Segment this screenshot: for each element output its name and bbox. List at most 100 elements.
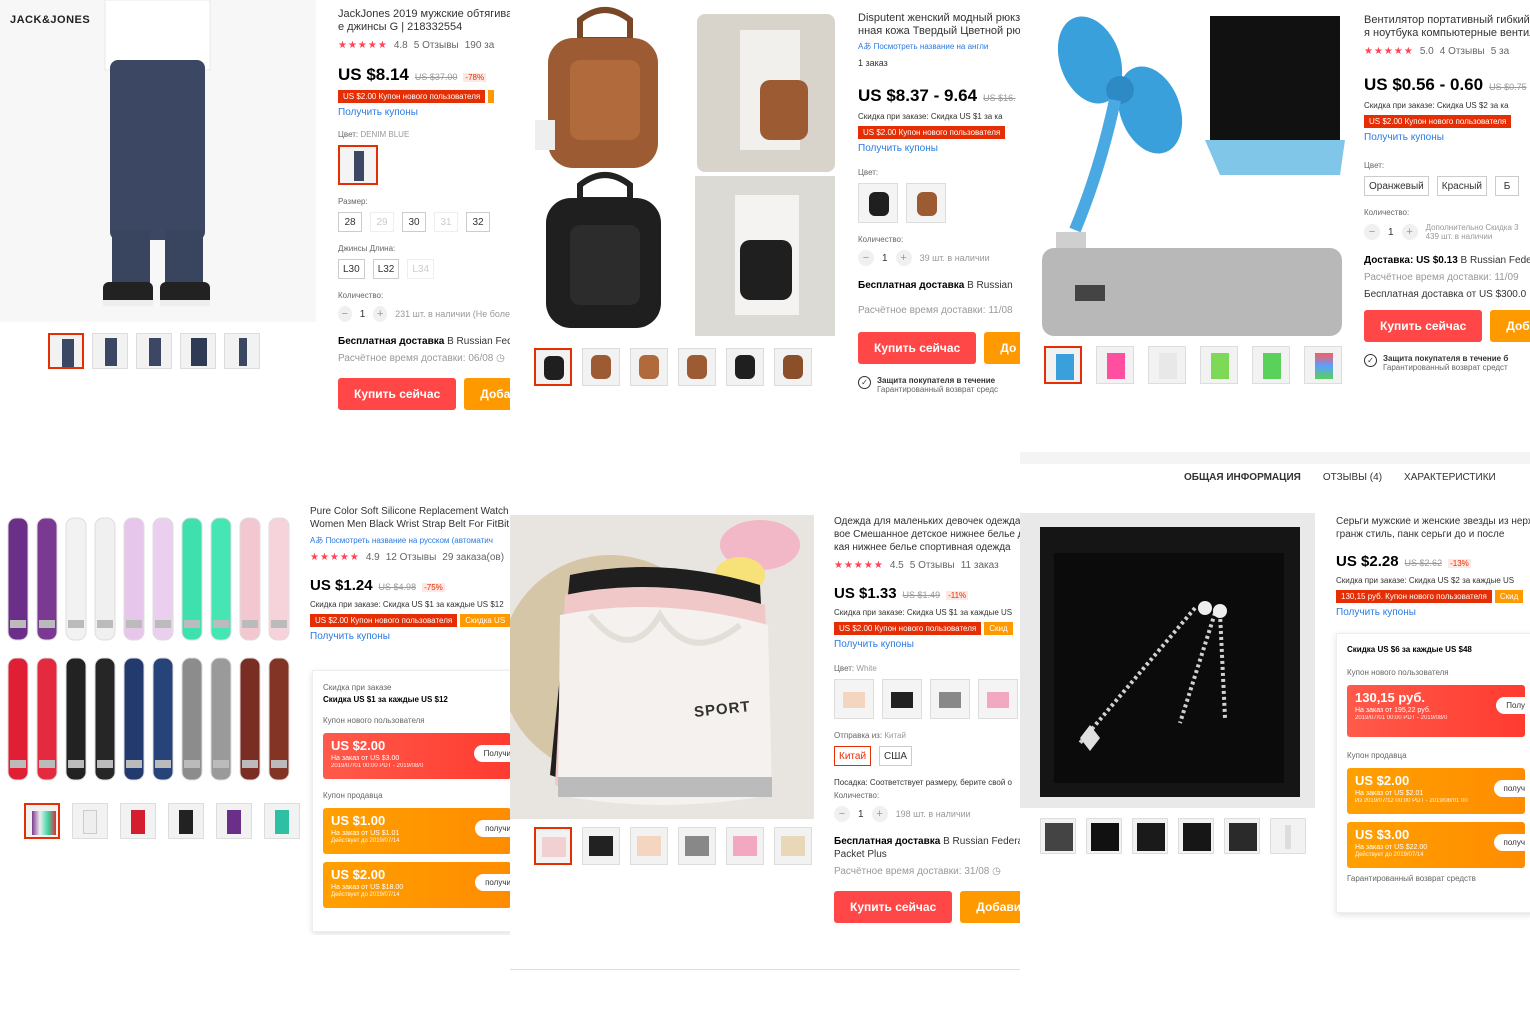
shipping-dest[interactable]: В Russian Federat (943, 836, 1020, 847)
thumbnail[interactable] (1178, 818, 1214, 854)
get-coupons-link[interactable]: Получить купоны (1336, 607, 1530, 618)
thumbnail[interactable] (534, 348, 572, 386)
plus-icon[interactable]: + (895, 250, 912, 266)
color-option-red[interactable]: Красный (1436, 176, 1488, 196)
color-swatch-white[interactable] (834, 679, 874, 719)
new-user-coupon[interactable]: 130,15 руб. Купон нового пользователя (1336, 590, 1492, 603)
thumbnail[interactable] (1096, 346, 1134, 384)
color-option-orange[interactable]: Оранжевый (1364, 176, 1429, 196)
add-to-cart-button[interactable]: Добав (464, 378, 510, 410)
tab-reviews[interactable]: ОТЗЫВЫ (4) (1323, 472, 1382, 483)
new-user-coupon[interactable]: US $2.00 Купон нового пользователя (338, 90, 486, 103)
thumbnail[interactable] (224, 333, 260, 369)
thumbnail[interactable] (136, 333, 172, 369)
thumbnail[interactable] (92, 333, 128, 369)
get-coupon-button[interactable]: получи (475, 874, 510, 891)
size-option[interactable]: 31 (434, 212, 458, 232)
thumbnail[interactable] (1270, 818, 1306, 854)
thumbnail[interactable] (1148, 346, 1186, 384)
thumbnail[interactable] (726, 348, 764, 386)
buy-now-button[interactable]: Купить сейчас (338, 378, 457, 410)
quantity-value[interactable]: 1 (858, 809, 864, 820)
new-user-coupon[interactable]: US $2.00 Купон нового пользователя (834, 622, 982, 635)
get-coupons-link[interactable]: Получить купоны (338, 107, 510, 118)
thumbnail[interactable] (582, 827, 620, 865)
plus-icon[interactable]: + (871, 806, 888, 822)
thumbnail[interactable] (1224, 818, 1260, 854)
translate-link[interactable]: Aあ Посмотреть название на англи (858, 41, 1020, 52)
get-coupons-link[interactable]: Получить купоны (834, 639, 1020, 650)
color-swatch-black[interactable] (858, 183, 898, 223)
quantity-value[interactable]: 1 (360, 309, 366, 320)
product-image-jeans[interactable]: JACK&JONES (0, 0, 316, 322)
thumbnail[interactable] (1086, 818, 1122, 854)
minus-icon[interactable]: − (858, 250, 874, 266)
reviews-count[interactable]: 4 Отзывы (1440, 46, 1485, 57)
quantity-value[interactable]: 1 (882, 253, 888, 264)
color-swatch-black[interactable] (882, 679, 922, 719)
color-swatch-gray[interactable] (930, 679, 970, 719)
thumbnail[interactable] (534, 827, 572, 865)
reviews-count[interactable]: 5 Отзывы (910, 560, 955, 571)
color-swatch[interactable] (338, 145, 378, 185)
thumbnail[interactable] (582, 348, 620, 386)
get-coupon-button[interactable]: получ (1493, 780, 1530, 797)
length-option[interactable]: L32 (372, 259, 400, 279)
thumbnail[interactable] (1252, 346, 1290, 384)
add-to-cart-button[interactable]: До (984, 332, 1020, 364)
minus-icon[interactable]: − (338, 306, 352, 322)
thumbnail[interactable] (264, 803, 300, 839)
translate-link[interactable]: Aあ Посмотреть название на русском (автом… (310, 535, 510, 546)
reviews-count[interactable]: 12 Отзывы (386, 552, 437, 563)
add-to-cart-button[interactable]: Добавит (960, 891, 1020, 923)
thumbnail[interactable] (72, 803, 108, 839)
thumbnail[interactable] (774, 348, 812, 386)
shipping-method[interactable]: Packet Plus (834, 849, 1020, 860)
thumbnail[interactable] (1304, 346, 1342, 384)
discount-coupon[interactable]: Скид (984, 622, 1013, 635)
get-coupon-button[interactable]: Получи (473, 745, 510, 762)
thumbnail[interactable] (24, 803, 60, 839)
new-user-coupon[interactable]: US $2.00 Купон нового пользователя (310, 614, 458, 627)
product-image-sportbra[interactable]: SPORT (510, 515, 814, 819)
reviews-count[interactable]: 5 Отзывы (414, 40, 459, 51)
discount-coupon[interactable]: Скид (1494, 590, 1524, 603)
minus-icon[interactable]: − (834, 806, 850, 822)
discount-coupon[interactable]: Скидка US (460, 614, 510, 627)
origin-option-china[interactable]: Китай (834, 746, 872, 766)
product-image-fan[interactable] (1020, 0, 1350, 338)
thumbnail[interactable] (630, 348, 668, 386)
product-image-earrings[interactable] (1020, 513, 1315, 808)
buy-now-button[interactable]: Купить сейчас (858, 332, 977, 364)
thumbnail[interactable] (180, 333, 216, 369)
get-coupon-button[interactable]: Полу (1496, 697, 1530, 714)
length-option[interactable]: L34 (407, 259, 435, 279)
size-option[interactable]: 32 (466, 212, 490, 232)
shipping-dest[interactable]: В Russian Fed (447, 336, 510, 347)
shipping-dest[interactable]: В Russian Fede (1461, 255, 1530, 266)
origin-option-usa[interactable]: США (879, 746, 913, 766)
product-image-watchbands[interactable] (0, 510, 300, 795)
product-image-backpack[interactable] (510, 0, 840, 340)
plus-icon[interactable]: + (1401, 224, 1418, 240)
thumbnail[interactable] (774, 827, 812, 865)
thumbnail[interactable] (1132, 818, 1168, 854)
thumbnail[interactable] (48, 333, 84, 369)
new-user-coupon[interactable]: US $2.00 Купон нового пользователя (1364, 115, 1512, 128)
size-option[interactable]: 28 (338, 212, 362, 232)
thumbnail[interactable] (216, 803, 252, 839)
buy-now-button[interactable]: Купить сейчас (1364, 310, 1483, 342)
thumbnail[interactable] (168, 803, 204, 839)
get-coupon-button[interactable]: получ (1493, 834, 1530, 851)
tab-specs[interactable]: ХАРАКТЕРИСТИКИ (1404, 472, 1496, 483)
tab-overview[interactable]: ОБЩАЯ ИНФОРМАЦИЯ (1184, 472, 1301, 483)
size-option[interactable]: 29 (370, 212, 394, 232)
shipping-dest[interactable]: В Russian (967, 280, 1013, 291)
thumbnail[interactable] (678, 348, 716, 386)
get-coupons-link[interactable]: Получить купоны (310, 631, 510, 642)
thumbnail[interactable] (630, 827, 668, 865)
color-option-more[interactable]: Б (1495, 176, 1520, 196)
plus-icon[interactable]: + (373, 306, 388, 322)
buy-now-button[interactable]: Купить сейчас (834, 891, 953, 923)
length-option[interactable]: L30 (338, 259, 365, 279)
